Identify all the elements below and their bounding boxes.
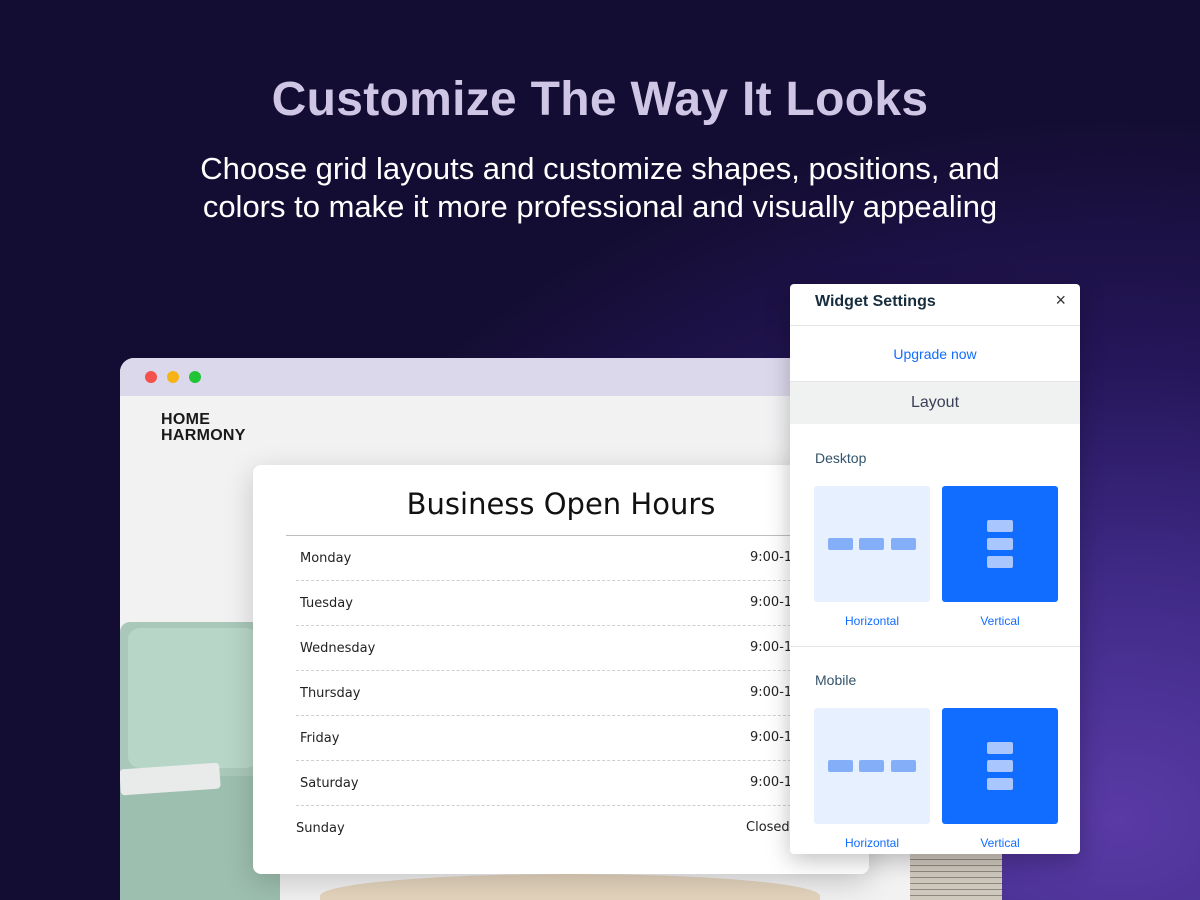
hero-subtitle-line-2: colors to make it more professional and … bbox=[202, 189, 998, 224]
day-label: Tuesday bbox=[300, 596, 353, 611]
hours-row: Tuesday 9:00-17:00 bbox=[296, 581, 836, 626]
upgrade-now-link[interactable]: Upgrade now bbox=[893, 346, 976, 362]
hours-row: Wednesday 9:00-17:00 bbox=[296, 626, 836, 671]
sofa-cushion-image bbox=[128, 628, 258, 768]
desktop-label: Desktop bbox=[815, 450, 867, 466]
close-icon[interactable]: × bbox=[1055, 290, 1066, 311]
hero-subtitle: Choose grid layouts and customize shapes… bbox=[150, 150, 1050, 226]
hours-row: Monday 9:00-17:00 bbox=[296, 536, 836, 581]
horizontal-layout-block bbox=[891, 538, 916, 550]
site-logo-line-2: HARMONY bbox=[161, 427, 246, 444]
hours-row: Thursday 9:00-17:00 bbox=[296, 671, 836, 716]
panel-title: Widget Settings bbox=[815, 293, 936, 310]
day-label: Monday bbox=[300, 551, 352, 566]
mobile-horizontal-option[interactable] bbox=[814, 708, 930, 824]
layout-section-header: Layout bbox=[790, 382, 1080, 424]
mobile-label: Mobile bbox=[815, 672, 857, 688]
mobile-vertical-label[interactable]: Vertical bbox=[942, 836, 1058, 850]
day-label: Friday bbox=[300, 731, 340, 746]
desktop-vertical-label[interactable]: Vertical bbox=[942, 614, 1058, 628]
business-hours-widget: Business Open Hours Monday 9:00-17:00 Tu… bbox=[253, 465, 869, 874]
mobile-vertical-option[interactable] bbox=[942, 708, 1058, 824]
hours-row: Sunday Closed bbox=[296, 806, 836, 851]
vertical-layout-block bbox=[987, 556, 1013, 568]
widget-settings-panel: Widget Settings × Upgrade now Layout Des… bbox=[790, 284, 1080, 854]
site-logo[interactable]: HOME HARMONY bbox=[161, 412, 246, 444]
vertical-layout-block bbox=[987, 538, 1013, 550]
day-label: Wednesday bbox=[300, 641, 376, 656]
horizontal-layout-block bbox=[859, 538, 884, 550]
desktop-vertical-option[interactable] bbox=[942, 486, 1058, 602]
vertical-layout-block bbox=[987, 742, 1013, 754]
time-value: Closed bbox=[746, 820, 790, 835]
hours-list: Monday 9:00-17:00 Tuesday 9:00-17:00 Wed… bbox=[296, 536, 836, 851]
hero-subtitle-line-1: Choose grid layouts and customize shapes… bbox=[200, 151, 1000, 186]
book-stack-image bbox=[910, 854, 1002, 900]
horizontal-layout-block bbox=[891, 760, 916, 772]
day-label: Sunday bbox=[296, 821, 345, 836]
panel-header: Widget Settings × bbox=[790, 284, 1080, 326]
horizontal-layout-block bbox=[828, 538, 853, 550]
close-window-dot[interactable] bbox=[145, 371, 157, 383]
horizontal-layout-block bbox=[828, 760, 853, 772]
vertical-layout-block bbox=[987, 520, 1013, 532]
mobile-horizontal-label[interactable]: Horizontal bbox=[814, 836, 930, 850]
hero-title: Customize The Way It Looks bbox=[271, 73, 929, 126]
horizontal-layout-block bbox=[859, 760, 884, 772]
minimize-window-dot[interactable] bbox=[167, 371, 179, 383]
coffee-table-image bbox=[320, 874, 820, 900]
hours-row: Saturday 9:00-17:00 bbox=[296, 761, 836, 806]
upgrade-bar: Upgrade now bbox=[790, 326, 1080, 382]
desktop-horizontal-option[interactable] bbox=[814, 486, 930, 602]
site-logo-line-1: HOME bbox=[161, 411, 211, 428]
vertical-layout-block bbox=[987, 760, 1013, 772]
vertical-layout-block bbox=[987, 778, 1013, 790]
day-label: Saturday bbox=[300, 776, 359, 791]
desktop-horizontal-label[interactable]: Horizontal bbox=[814, 614, 930, 628]
business-hours-title: Business Open Hours bbox=[406, 487, 716, 521]
section-divider bbox=[790, 646, 1080, 647]
day-label: Thursday bbox=[300, 686, 361, 701]
hours-row: Friday 9:00-17:00 bbox=[296, 716, 836, 761]
maximize-window-dot[interactable] bbox=[189, 371, 201, 383]
